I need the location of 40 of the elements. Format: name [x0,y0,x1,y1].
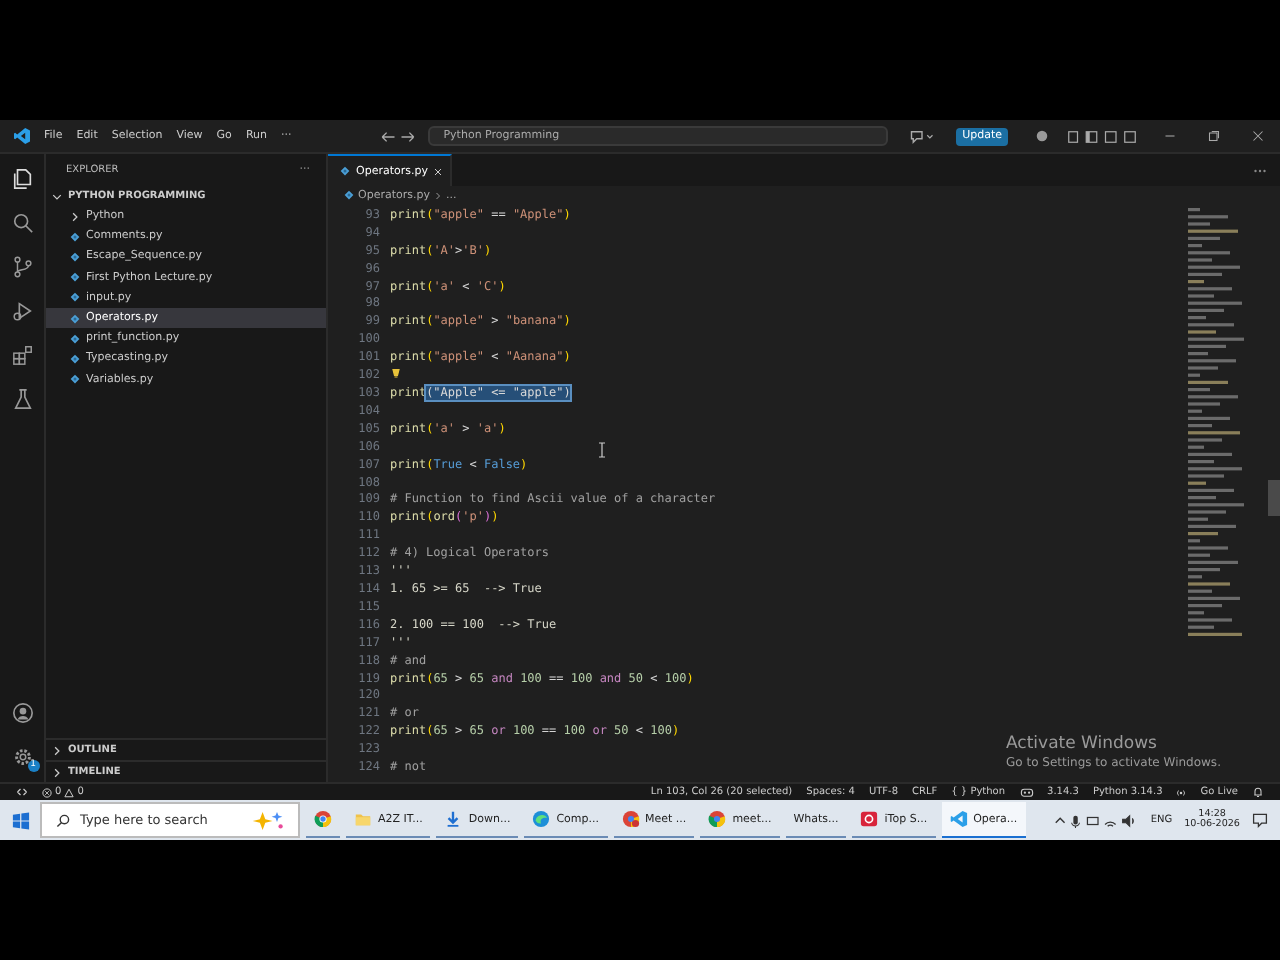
python-file-icon [70,333,80,344]
python-file-icon [70,292,80,303]
python-file-icon [70,313,80,324]
notifications-icon[interactable] [1252,812,1268,828]
settings-icon[interactable] [11,745,33,767]
copilot-icon[interactable] [1019,786,1034,798]
activation-title: Activate Windows [1006,734,1159,754]
sparkle-icon[interactable] [250,809,286,831]
text-cursor-icon [598,442,606,458]
accounts-icon[interactable] [1036,130,1048,142]
browser-icon [708,810,727,828]
python-file-icon [70,374,80,385]
browser-icon [314,810,332,828]
close-icon[interactable] [1252,130,1264,142]
python-file-icon [344,190,354,200]
python-file-icon [70,251,80,262]
folder-icon [354,810,372,828]
chevron-right-icon [52,745,62,755]
python-file-icon [70,353,80,364]
restore-icon[interactable] [1208,130,1220,142]
chat-icon[interactable] [908,129,937,143]
search-icon [56,813,70,827]
browser-icon [621,810,640,828]
vscode-icon [949,810,968,828]
chevron-down-icon [52,191,62,201]
python-file-icon [70,272,80,283]
broadcast-icon [1176,787,1187,797]
recorder-icon [860,810,879,828]
scrollbar-thumb[interactable] [1268,480,1280,516]
download-icon [444,810,463,828]
chevron-right-icon [52,767,62,777]
lightbulb-icon[interactable] [390,368,402,381]
back-forward-arrows-icon[interactable] [379,129,416,143]
edge-browser-icon [532,810,551,828]
minimize-icon[interactable] [1164,130,1176,142]
close-icon[interactable] [433,167,442,175]
python-file-icon [70,231,80,242]
chevron-right-icon [70,211,80,222]
python-file-icon [340,166,350,176]
layout-icons[interactable] [1064,129,1140,143]
